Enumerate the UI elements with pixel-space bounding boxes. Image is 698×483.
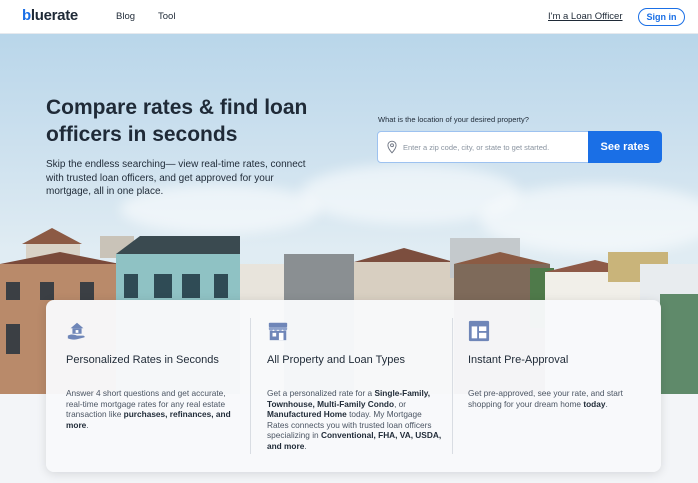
logo-text: luerate xyxy=(30,7,78,24)
feature-body-text: . xyxy=(304,440,307,451)
location-label: What is the location of your desired pro… xyxy=(378,115,529,124)
feature-body-emphasis: Manufactured Home xyxy=(267,409,347,420)
bluerate-logo[interactable]: b luerate xyxy=(22,7,78,24)
feature-pre-approval: Instant Pre-Approval Get pre-approved, s… xyxy=(452,300,661,472)
sign-in-button[interactable]: Sign in xyxy=(638,8,685,26)
feature-property-loan-types: All Property and Loan Types Get a person… xyxy=(250,300,452,472)
feature-personalized-rates: Personalized Rates in Seconds Answer 4 s… xyxy=(46,300,250,472)
nav-blog-link[interactable]: Blog xyxy=(116,11,135,22)
feature-title: Personalized Rates in Seconds xyxy=(66,354,219,366)
feature-title: Instant Pre-Approval xyxy=(468,354,569,366)
location-search-input[interactable] xyxy=(403,142,583,152)
feature-body-text: . xyxy=(605,398,608,409)
see-rates-button[interactable]: See rates xyxy=(588,131,662,163)
map-pin-icon xyxy=(387,140,397,154)
storefront-icon xyxy=(268,322,288,341)
top-nav: b luerate Blog Tool I'm a Loan Officer Si… xyxy=(0,0,698,34)
feature-title: All Property and Loan Types xyxy=(267,354,405,366)
feature-body-text: . xyxy=(86,419,89,430)
feature-body-text: Get a personalized rate for a xyxy=(267,388,375,398)
feature-body: Answer 4 short questions and get accurat… xyxy=(66,388,236,430)
features-card: Personalized Rates in Seconds Answer 4 s… xyxy=(46,300,661,472)
nav-tool-link[interactable]: Tool xyxy=(158,11,175,22)
layout-grid-icon xyxy=(468,320,490,342)
location-search-box[interactable] xyxy=(377,131,589,163)
logo-b: b xyxy=(22,7,31,24)
feature-body: Get pre-approved, see your rate, and sta… xyxy=(468,388,638,409)
hero-title: Compare rates & find loan officers in se… xyxy=(46,96,308,146)
feature-body-emphasis: today xyxy=(583,398,606,409)
hero-subtitle: Skip the endless searching— view real-ti… xyxy=(46,159,306,197)
hand-house-icon xyxy=(67,322,85,340)
feature-body: Get a personalized rate for a Single-Fam… xyxy=(267,388,445,452)
loan-officer-link[interactable]: I'm a Loan Officer xyxy=(548,11,623,22)
feature-body-text: , or xyxy=(394,398,407,409)
